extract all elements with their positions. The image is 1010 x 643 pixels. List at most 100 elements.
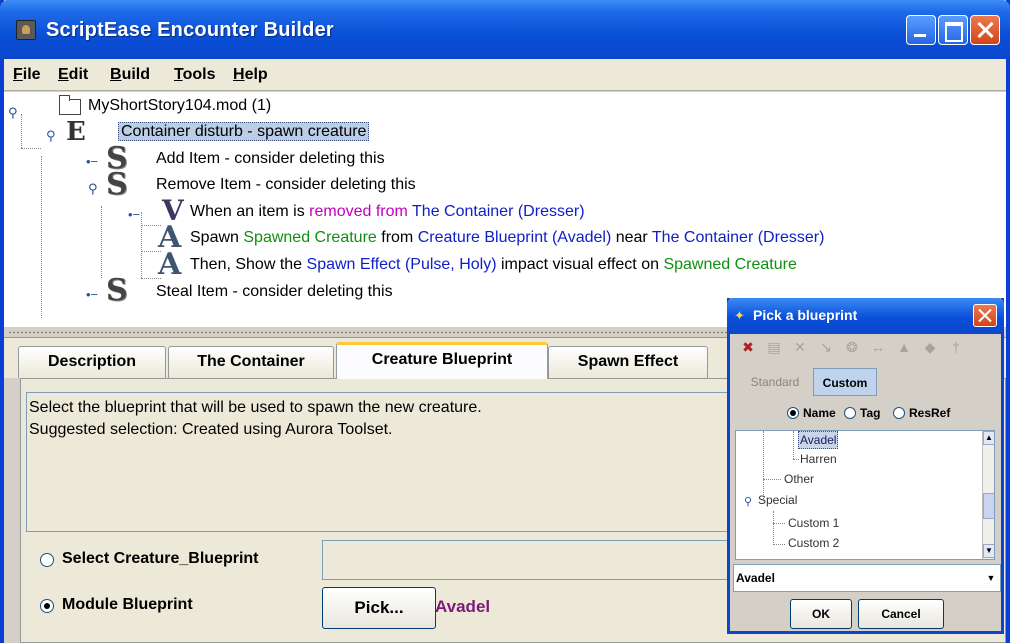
- expand-handle[interactable]: ⚲: [744, 495, 752, 509]
- tree-spawn[interactable]: Spawn Spawned Creature from Creature Blu…: [190, 226, 824, 250]
- dialog-tabs: Standard Custom: [733, 368, 1001, 398]
- scroll-up-icon[interactable]: ▲: [983, 431, 994, 445]
- tree-connector: [793, 431, 794, 459]
- pick-blueprint-dialog: ✦ Pick a blueprint ✖ ▤ ✕ ↘ ❂ ↔ ▲ ◆ † Sta…: [727, 298, 1004, 634]
- app-icon: [16, 20, 36, 40]
- list-scrollbar[interactable]: ▲ ▼: [982, 431, 994, 559]
- minimize-button[interactable]: [906, 15, 936, 45]
- tab-custom[interactable]: Custom: [813, 368, 877, 396]
- list-item-special[interactable]: Special: [758, 492, 797, 508]
- close-button[interactable]: [970, 15, 1000, 45]
- tree-connector: [793, 459, 799, 460]
- dialog-app-icon: ✦: [734, 308, 745, 323]
- tree-remove-item[interactable]: Remove Item - consider deleting this: [156, 173, 416, 197]
- waypoint-icon[interactable]: †: [947, 338, 965, 356]
- tree-steal-item[interactable]: Steal Item - consider deleting this: [156, 280, 393, 304]
- menu-edit[interactable]: Edit: [58, 66, 88, 84]
- folder-icon: [59, 95, 81, 115]
- combo-value: Avadel: [736, 571, 775, 585]
- description-area: Select the blueprint that will be used t…: [26, 392, 746, 532]
- select-blueprint-radio[interactable]: [40, 553, 54, 567]
- description-line: Select the blueprint that will be used t…: [29, 399, 482, 416]
- creature-icon[interactable]: ✖: [739, 338, 757, 356]
- sort-resref-radio[interactable]: [893, 407, 905, 419]
- merchant-icon[interactable]: ❂: [843, 338, 861, 356]
- picked-blueprint-value: Avadel: [435, 597, 491, 616]
- tree-connector: [763, 431, 764, 501]
- blueprint-tree[interactable]: Avadel Harren Other ⚲ Special Custom 1 C…: [735, 430, 995, 560]
- list-item-avadel[interactable]: Avadel: [798, 431, 839, 449]
- tree-when[interactable]: When an item is removed from The Contain…: [190, 200, 585, 224]
- tree-connector: [773, 544, 785, 545]
- script-icon: S: [106, 273, 128, 308]
- window-title: ScriptEase Encounter Builder: [46, 19, 334, 41]
- blueprint-select-field[interactable]: [322, 540, 742, 580]
- collapse-handle[interactable]: •−: [86, 288, 98, 302]
- menu-file[interactable]: File: [13, 66, 41, 84]
- menu-bar: File Edit Build Tools Help: [4, 59, 1006, 91]
- collapse-handle[interactable]: •−: [128, 208, 140, 222]
- tree-add-item[interactable]: Add Item - consider deleting this: [156, 147, 385, 171]
- collapse-handle[interactable]: •−: [86, 155, 98, 169]
- placeable-icon[interactable]: ↔: [869, 338, 887, 356]
- dialog-title: Pick a blueprint: [753, 307, 858, 323]
- tree-connector: [21, 148, 41, 149]
- story-tree[interactable]: ⚲ MyShortStory104.mod (1) ⚲ E Container …: [4, 92, 1006, 326]
- menu-help[interactable]: Help: [233, 66, 268, 84]
- sort-resref-label: ResRef: [909, 406, 951, 420]
- list-item-custom2[interactable]: Custom 2: [788, 535, 839, 551]
- trigger-icon[interactable]: ◆: [921, 338, 939, 356]
- list-item-harren[interactable]: Harren: [800, 451, 837, 467]
- menu-tools[interactable]: Tools: [174, 66, 215, 84]
- title-bar[interactable]: ScriptEase Encounter Builder: [0, 0, 1010, 59]
- tree-connector: [21, 114, 22, 148]
- sort-name-label: Name: [803, 406, 836, 420]
- menu-build[interactable]: Build: [110, 66, 150, 84]
- maximize-button[interactable]: [938, 15, 968, 45]
- tab-the-container[interactable]: The Container: [168, 346, 334, 378]
- sort-tag-radio[interactable]: [844, 407, 856, 419]
- list-item-custom1[interactable]: Custom 1: [788, 515, 839, 531]
- dialog-title-bar[interactable]: ✦ Pick a blueprint: [727, 298, 1004, 334]
- tree-connector: [41, 156, 42, 318]
- tree-root-label[interactable]: MyShortStory104.mod (1): [88, 94, 271, 118]
- tree-encounter[interactable]: Container disturb - spawn creature: [118, 120, 370, 144]
- door-icon[interactable]: ▤: [765, 338, 783, 356]
- blueprint-combo[interactable]: Avadel ▼: [733, 564, 1001, 592]
- sort-tag-label: Tag: [860, 406, 881, 420]
- module-blueprint-label: Module Blueprint: [62, 596, 193, 613]
- pick-button[interactable]: Pick...: [322, 587, 436, 629]
- tab-description[interactable]: Description: [18, 346, 166, 378]
- tree-connector: [773, 523, 785, 524]
- script-icon: S: [106, 167, 128, 202]
- expand-handle[interactable]: ⚲: [8, 106, 18, 120]
- cancel-button[interactable]: Cancel: [858, 599, 944, 629]
- expand-handle[interactable]: ⚲: [46, 129, 56, 143]
- tree-connector: [141, 212, 142, 278]
- description-line: Suggested selection: Created using Auror…: [29, 421, 393, 438]
- encounter-icon: E: [66, 117, 86, 147]
- module-blueprint-radio[interactable]: [40, 599, 54, 613]
- tab-standard[interactable]: Standard: [739, 368, 811, 396]
- tab-spawn-effect[interactable]: Spawn Effect: [548, 346, 708, 378]
- tree-connector: [101, 206, 102, 278]
- tab-creature-blueprint[interactable]: Creature Blueprint: [336, 342, 548, 379]
- item-icon[interactable]: ↘: [817, 338, 835, 356]
- select-blueprint-label: Select Creature_Blueprint: [62, 550, 259, 567]
- list-item-other[interactable]: Other: [784, 471, 814, 487]
- sort-radios: Name Tag ResRef: [733, 402, 1001, 426]
- tree-then[interactable]: Then, Show the Spawn Effect (Pulse, Holy…: [190, 253, 797, 277]
- tree-connector: [763, 479, 781, 480]
- scroll-down-icon[interactable]: ▼: [983, 544, 994, 558]
- sound-icon[interactable]: ▲: [895, 338, 913, 356]
- scroll-thumb[interactable]: [983, 493, 994, 519]
- sort-name-radio[interactable]: [787, 407, 799, 419]
- action-icon: A: [158, 247, 182, 282]
- tree-connector: [773, 511, 774, 545]
- chevron-down-icon[interactable]: ▼: [982, 565, 1000, 591]
- encounter-icon[interactable]: ✕: [791, 338, 809, 356]
- dialog-close-button[interactable]: [973, 304, 997, 327]
- expand-handle[interactable]: ⚲: [88, 182, 98, 196]
- dialog-toolbar: ✖ ▤ ✕ ↘ ❂ ↔ ▲ ◆ †: [733, 334, 1001, 362]
- ok-button[interactable]: OK: [790, 599, 852, 629]
